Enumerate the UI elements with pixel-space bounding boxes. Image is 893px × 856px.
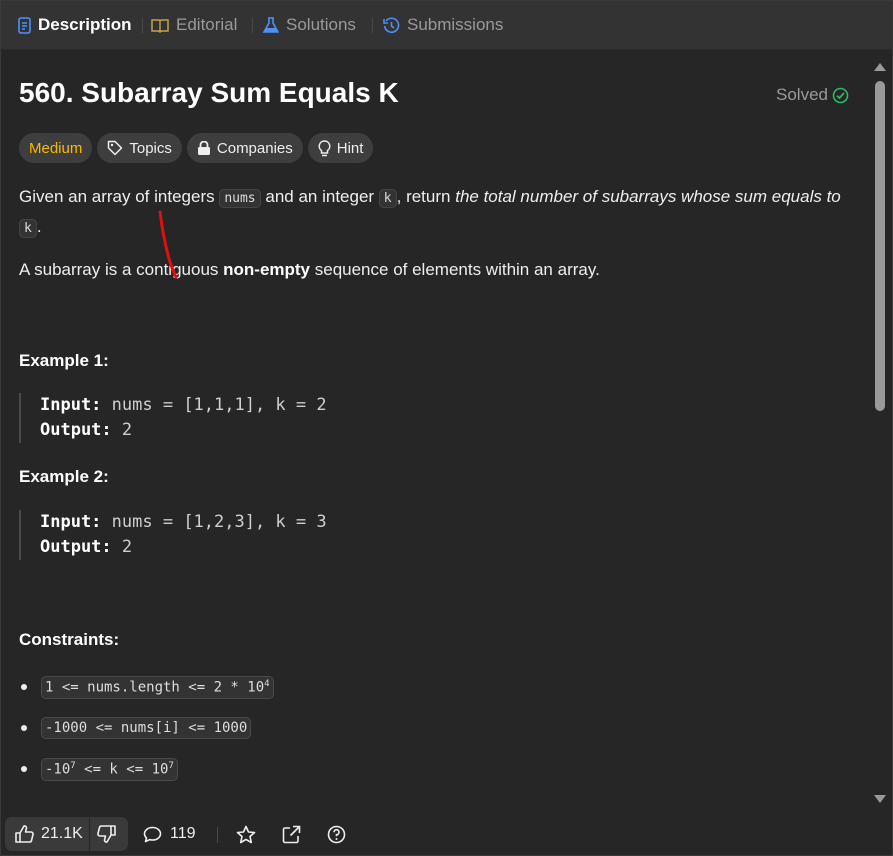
tab-divider <box>372 18 373 33</box>
example-output-value: 2 <box>121 420 133 440</box>
description-text: Given an array of integers <box>19 187 220 206</box>
constraint-code: 1 <= nums.length <= 2 * 104 <box>41 676 274 699</box>
example-input-value: nums = [1,1,1], k = 2 <box>111 395 327 415</box>
constraints-heading: Constraints: <box>19 630 120 649</box>
comments-button[interactable]: 119 <box>143 825 196 843</box>
description-emphasis: the total number of subarrays whose sum … <box>455 187 841 206</box>
bullet-icon <box>21 684 27 691</box>
difficulty-badge: Medium <box>19 133 93 163</box>
constraint-item: -107 <= k <= 107 <box>19 758 178 781</box>
description-bold: non-empty <box>223 260 311 279</box>
footer-divider <box>217 827 218 843</box>
star-icon[interactable] <box>236 825 256 844</box>
example-1-heading: Example 1: <box>19 351 109 370</box>
companies-label: Companies <box>216 139 293 157</box>
tab-divider <box>142 18 143 33</box>
hint-label: Hint <box>336 139 364 157</box>
thumbs-down-icon <box>96 825 116 843</box>
tab-editorial-label: Editorial <box>176 15 238 34</box>
tag-icon <box>108 140 123 156</box>
flask-icon <box>263 16 279 33</box>
inline-code-nums: nums <box>219 189 261 208</box>
example-output-label: Output: <box>40 420 112 440</box>
help-icon[interactable] <box>327 825 346 844</box>
bullet-icon <box>21 725 27 731</box>
tab-description[interactable]: Description <box>18 1 132 49</box>
bottom-action-bar: 21.1K 119 <box>1 813 892 855</box>
example-input-label: Input: <box>40 512 102 532</box>
problem-title[interactable]: 560. Subarray Sum Equals K <box>19 77 399 109</box>
scrollbar-thumb[interactable] <box>875 81 885 411</box>
scroll-up-arrow-icon[interactable] <box>874 63 886 71</box>
hint-button[interactable]: Hint <box>307 133 374 163</box>
constraint-text: <= k <= 10 <box>75 761 169 778</box>
comment-count: 119 <box>170 825 196 842</box>
difficulty-label: Medium <box>29 139 83 157</box>
description-text: and an integer <box>260 187 379 206</box>
constraint-item: 1 <= nums.length <= 2 * 104 <box>19 676 274 699</box>
comment-icon <box>143 826 162 842</box>
tab-bar: Description Editorial Solutions Submissi… <box>1 1 892 50</box>
lightbulb-icon <box>318 139 331 156</box>
description-text: sequence of elements within an array. <box>310 260 600 279</box>
lock-icon <box>197 140 210 155</box>
description-text: , return <box>396 187 456 206</box>
problem-description: Given an array of integers nums and an i… <box>19 183 859 243</box>
tab-divider <box>252 18 253 33</box>
example-2-heading: Example 2: <box>19 467 109 486</box>
example-input-value: nums = [1,2,3], k = 3 <box>111 512 327 532</box>
tab-solutions[interactable]: Solutions <box>263 1 356 49</box>
tab-description-label: Description <box>38 15 132 34</box>
inline-code-k: k <box>19 219 37 238</box>
solved-status: Solved <box>776 85 849 105</box>
example-input-label: Input: <box>40 395 102 415</box>
topics-label: Topics <box>129 139 172 157</box>
example-output-value: 2 <box>121 537 133 557</box>
example-output-label: Output: <box>40 537 112 557</box>
like-button[interactable]: 21.1K <box>5 817 89 851</box>
constraint-exponent: 4 <box>264 679 270 689</box>
example-1-block: Input: nums = [1,1,1], k = 2 Output: 2 <box>19 393 327 443</box>
history-icon <box>383 16 400 33</box>
topics-button[interactable]: Topics <box>97 133 182 163</box>
subarray-definition: A subarray is a contiguous non-empty seq… <box>19 256 859 284</box>
problem-tags: Medium Topics Companies Hint <box>19 133 374 163</box>
share-icon[interactable] <box>282 825 301 844</box>
vote-group: 21.1K <box>5 817 128 851</box>
example-2-block: Input: nums = [1,2,3], k = 3 Output: 2 <box>19 510 327 560</box>
solved-label: Solved <box>776 85 828 104</box>
book-icon <box>151 18 169 33</box>
thumbs-up-icon <box>15 825 34 843</box>
constraint-text: 1 <= nums.length <= 2 * 10 <box>45 679 265 696</box>
constraint-item: -1000 <= nums[i] <= 1000 <box>19 717 252 739</box>
constraint-code: -1000 <= nums[i] <= 1000 <box>41 717 252 739</box>
companies-button[interactable]: Companies <box>186 133 303 163</box>
tab-editorial[interactable]: Editorial <box>151 1 237 49</box>
constraint-text: -10 <box>45 761 71 778</box>
problem-panel: Description Editorial Solutions Submissi… <box>0 0 893 856</box>
description-text: . <box>36 217 42 236</box>
tab-submissions[interactable]: Submissions <box>383 1 503 49</box>
scroll-down-arrow-icon[interactable] <box>874 795 886 803</box>
constraint-exponent: 7 <box>168 761 174 771</box>
bullet-icon <box>21 766 27 773</box>
description-text: A subarray is a contiguous <box>19 260 224 279</box>
inline-code-k: k <box>378 189 397 208</box>
tab-submissions-label: Submissions <box>407 15 504 34</box>
description-icon <box>18 16 31 34</box>
tab-solutions-label: Solutions <box>286 15 356 34</box>
check-circle-icon <box>832 87 849 103</box>
like-count: 21.1K <box>41 825 83 842</box>
dislike-button[interactable] <box>90 817 123 851</box>
scrollbar[interactable] <box>872 57 888 809</box>
constraint-code: -107 <= k <= 107 <box>41 758 178 781</box>
